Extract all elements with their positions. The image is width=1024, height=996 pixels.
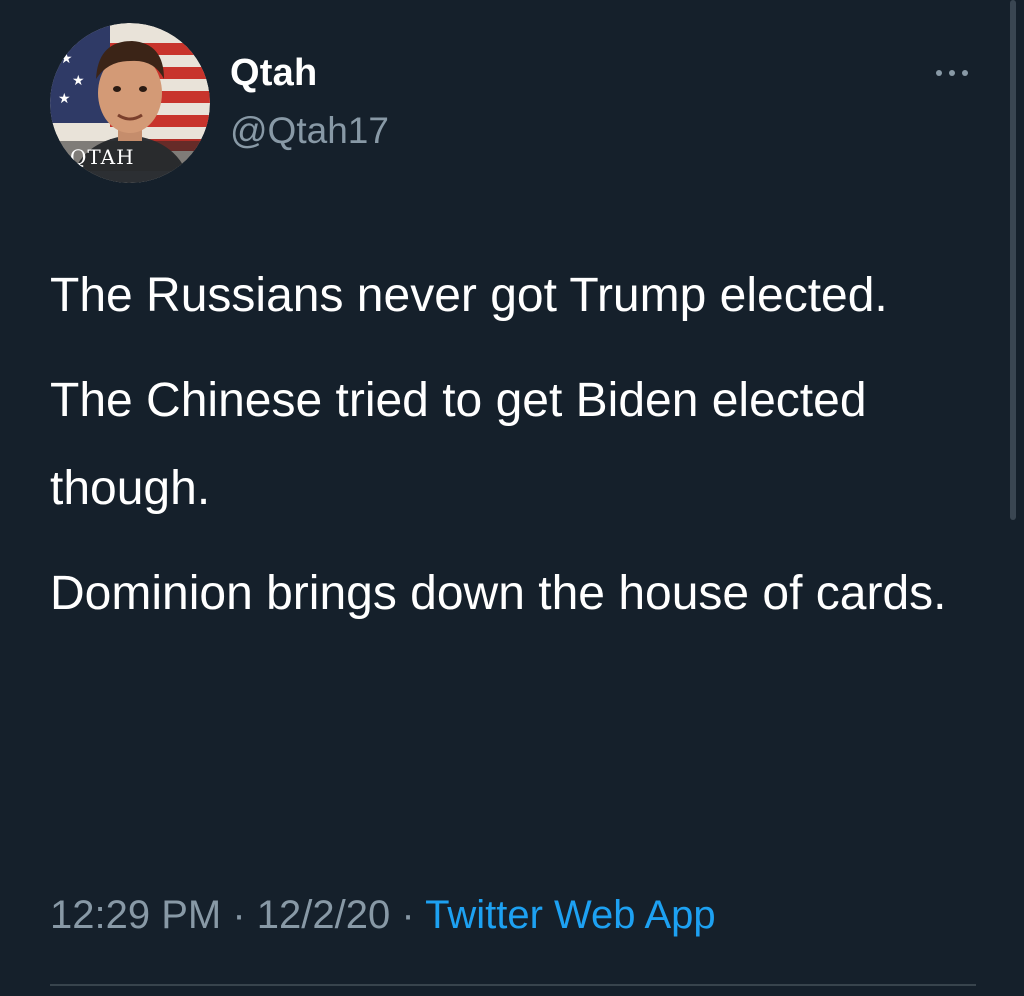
tweet-paragraph: The Chinese tried to get Biden elected t… (50, 374, 867, 515)
svg-text:★: ★ (58, 91, 71, 107)
tweet-date[interactable]: 12/2/20 (257, 893, 390, 937)
scrollbar[interactable] (1010, 0, 1016, 520)
tweet-card: ★ ★ ★ QTAH Qtah @Qtah17 The Russians nev… (0, 0, 1024, 996)
avatar-badge-text: QTAH (70, 145, 135, 169)
user-handle[interactable]: @Qtah17 (230, 110, 389, 152)
tweet-paragraph: The Russians never got Trump elected. (50, 269, 888, 322)
avatar[interactable]: ★ ★ ★ QTAH (50, 23, 210, 183)
more-horizontal-icon (936, 70, 968, 76)
tweet-paragraph: Dominion brings down the house of cards. (50, 567, 947, 620)
tweet-time[interactable]: 12:29 PM (50, 893, 221, 937)
svg-text:★: ★ (60, 51, 73, 67)
meta-separator: · (232, 893, 246, 937)
more-options-button[interactable] (930, 58, 974, 88)
divider (50, 984, 976, 986)
meta-separator: · (401, 893, 415, 937)
svg-text:★: ★ (72, 73, 85, 89)
tweet-text: The Russians never got Trump elected. Th… (50, 252, 970, 655)
tweet-metadata: 12:29 PM · 12/2/20 · Twitter Web App (50, 893, 716, 938)
tweet-source-link[interactable]: Twitter Web App (425, 893, 716, 937)
avatar-image: ★ ★ ★ QTAH (50, 23, 210, 183)
display-name[interactable]: Qtah (230, 52, 317, 95)
